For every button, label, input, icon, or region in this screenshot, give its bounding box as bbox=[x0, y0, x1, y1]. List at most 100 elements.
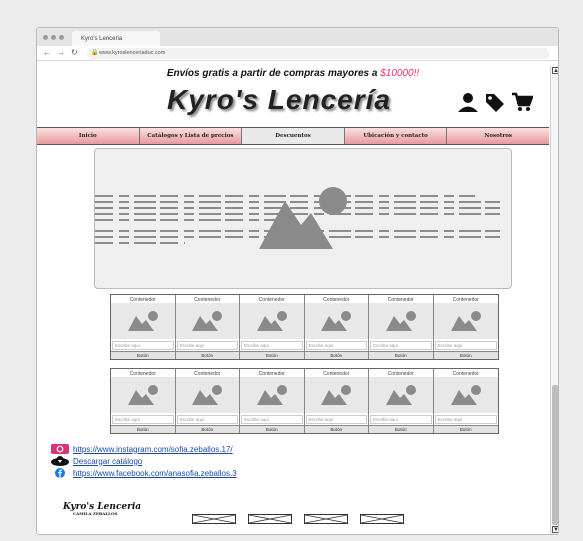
maximize-window-icon[interactable] bbox=[59, 35, 64, 40]
card-image bbox=[240, 303, 304, 339]
card-input[interactable]: Escribe aquí bbox=[112, 415, 174, 424]
footer-image-placeholder bbox=[192, 514, 236, 524]
page-content: Envíos gratis a partir de compras mayore… bbox=[37, 62, 549, 534]
image-placeholder-icon bbox=[450, 311, 481, 331]
instagram-link[interactable]: https://www.instagram.com/sofia.zeballos… bbox=[73, 445, 233, 454]
card-button[interactable]: Botón bbox=[369, 425, 433, 433]
forward-icon[interactable]: → bbox=[57, 48, 65, 57]
card-button[interactable]: Botón bbox=[111, 351, 175, 359]
card-image bbox=[369, 303, 433, 339]
main-nav: Inicio Catálogos y Lista de precios Desc… bbox=[37, 127, 549, 145]
promo-banner: Envíos gratis a partir de compras mayore… bbox=[37, 68, 549, 79]
facebook-icon bbox=[55, 468, 65, 478]
card-button[interactable]: Botón bbox=[175, 425, 239, 433]
card-button[interactable]: Botón bbox=[304, 425, 368, 433]
card-image bbox=[304, 303, 368, 339]
product-card: Contenedor Escribe aquí Botón bbox=[304, 369, 369, 433]
card-input[interactable]: Escribe aquí bbox=[305, 341, 367, 350]
scroll-up-icon[interactable]: ▲ bbox=[552, 67, 558, 74]
card-image bbox=[433, 377, 498, 413]
reload-icon[interactable]: ↻ bbox=[71, 48, 78, 57]
minimize-window-icon[interactable] bbox=[51, 35, 56, 40]
card-button[interactable]: Botón bbox=[240, 425, 304, 433]
header-icons bbox=[457, 92, 533, 112]
card-button[interactable]: Botón bbox=[175, 351, 239, 359]
card-image bbox=[175, 377, 239, 413]
card-image bbox=[240, 377, 304, 413]
scrollbar-thumb[interactable] bbox=[552, 385, 558, 525]
lock-icon: 🔒 bbox=[91, 50, 99, 56]
image-placeholder-icon bbox=[256, 311, 287, 331]
facebook-row: https://www.facebook.com/anasofia.zeball… bbox=[51, 467, 237, 479]
product-grid-row-1: Contenedor Escribe aquí Botón Contenedor Es… bbox=[110, 294, 499, 360]
card-image bbox=[433, 303, 498, 339]
vertical-scrollbar[interactable]: ▲ ▼ bbox=[550, 66, 558, 534]
url-text: www.kyroslenceriaduc.com bbox=[99, 50, 166, 56]
cart-icon[interactable] bbox=[511, 92, 533, 112]
product-card: Contenedor Escribe aquí Botón bbox=[240, 295, 305, 359]
card-button[interactable]: Botón bbox=[111, 425, 175, 433]
url-field[interactable]: 🔒 www.kyroslenceriaduc.com bbox=[87, 48, 549, 59]
card-input[interactable]: Escribe aquí bbox=[176, 415, 238, 424]
image-placeholder-icon bbox=[321, 385, 352, 405]
card-button[interactable]: Botón bbox=[369, 351, 433, 359]
nav-nosotros[interactable]: Nosotros bbox=[447, 128, 549, 144]
card-button[interactable]: Botón bbox=[433, 351, 498, 359]
card-button[interactable]: Botón bbox=[240, 351, 304, 359]
card-input[interactable]: Escribe aquí bbox=[370, 341, 432, 350]
scroll-down-icon[interactable]: ▼ bbox=[552, 526, 558, 533]
product-card: Contenedor Escribe aquí Botón bbox=[111, 295, 176, 359]
hero-banner bbox=[94, 148, 512, 289]
download-cloud-icon bbox=[51, 456, 69, 466]
brand-logo[interactable]: Kyro's Lencería bbox=[167, 84, 391, 116]
card-image bbox=[111, 377, 175, 413]
footer-logo: Kyro's Lenceria CAMILA ZEBALLOS bbox=[63, 502, 141, 516]
image-placeholder-icon bbox=[450, 385, 481, 405]
user-icon[interactable] bbox=[457, 92, 479, 112]
image-placeholder-icon bbox=[192, 311, 223, 331]
card-image bbox=[304, 377, 368, 413]
card-input[interactable]: Escribe aquí bbox=[241, 341, 303, 350]
footer-image-placeholder bbox=[360, 514, 404, 524]
promo-amount: $10000!! bbox=[380, 68, 420, 79]
tab-bar: Kyro's Lenceria bbox=[37, 28, 558, 46]
image-placeholder-icon bbox=[127, 385, 158, 405]
card-input[interactable]: Escribe aquí bbox=[370, 415, 432, 424]
card-input[interactable]: Escribe aquí bbox=[112, 341, 174, 350]
tags-icon[interactable] bbox=[485, 92, 505, 112]
nav-descuentos[interactable]: Descuentos bbox=[242, 128, 345, 144]
product-card: Contenedor Escribe aquí Botón bbox=[111, 369, 176, 433]
card-input[interactable]: Escribe aquí bbox=[305, 415, 367, 424]
product-card: Contenedor Escribe aquí Botón bbox=[304, 295, 369, 359]
card-input[interactable]: Escribe aquí bbox=[241, 415, 303, 424]
card-image bbox=[175, 303, 239, 339]
browser-tab[interactable]: Kyro's Lenceria bbox=[72, 31, 160, 46]
facebook-link[interactable]: https://www.facebook.com/anasofia.zeball… bbox=[73, 469, 237, 478]
address-bar: ← → ↻ 🔒 www.kyroslenceriaduc.com bbox=[37, 46, 558, 61]
image-placeholder-icon bbox=[385, 385, 416, 405]
card-input[interactable]: Escribe aquí bbox=[176, 341, 238, 350]
card-image bbox=[369, 377, 433, 413]
nav-catalogos[interactable]: Catálogos y Lista de precios bbox=[139, 128, 243, 144]
catalog-row: Descargar catálogo bbox=[51, 455, 237, 467]
back-icon[interactable]: ← bbox=[43, 48, 51, 57]
card-button[interactable]: Botón bbox=[304, 351, 368, 359]
card-input[interactable]: Escribe aquí bbox=[434, 415, 497, 424]
catalog-download-link[interactable]: Descargar catálogo bbox=[73, 457, 142, 466]
nav-ubicacion[interactable]: Ubicación y contacto bbox=[344, 128, 448, 144]
card-image bbox=[111, 303, 175, 339]
card-input[interactable]: Escribe aquí bbox=[434, 341, 497, 350]
product-card: Contenedor Escribe aquí Botón bbox=[369, 369, 434, 433]
image-placeholder-icon bbox=[127, 311, 158, 331]
close-window-icon[interactable] bbox=[43, 35, 48, 40]
nav-inicio[interactable]: Inicio bbox=[37, 128, 140, 144]
product-card: Contenedor Escribe aquí Botón bbox=[240, 369, 305, 433]
product-card: Contenedor Escribe aquí Botón bbox=[369, 295, 434, 359]
instagram-row: https://www.instagram.com/sofia.zeballos… bbox=[51, 443, 237, 455]
social-links: https://www.instagram.com/sofia.zeballos… bbox=[51, 443, 237, 479]
card-button[interactable]: Botón bbox=[433, 425, 498, 433]
image-placeholder-icon bbox=[385, 311, 416, 331]
image-placeholder-icon bbox=[259, 187, 347, 249]
instagram-icon bbox=[51, 444, 69, 454]
tab-title: Kyro's Lenceria bbox=[81, 36, 123, 42]
